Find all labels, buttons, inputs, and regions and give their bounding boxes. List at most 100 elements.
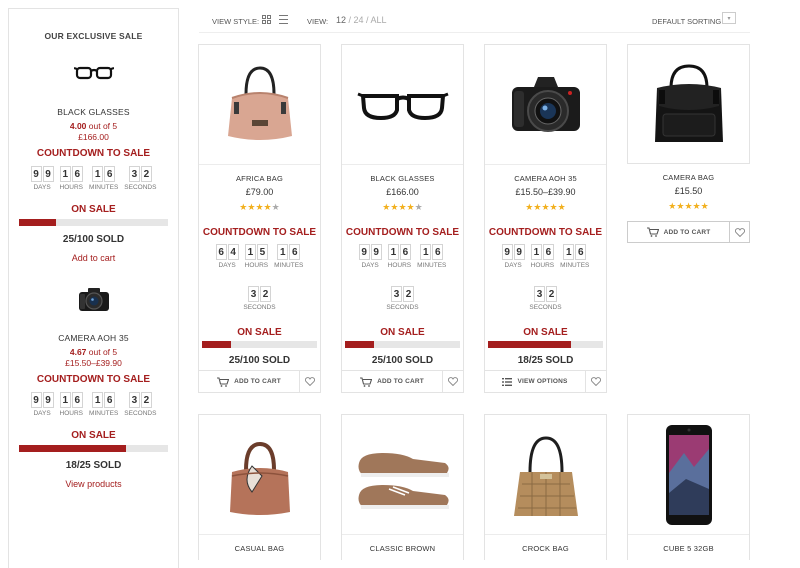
add-to-cart-button[interactable]: ADD TO CART [627, 221, 730, 243]
heart-icon [734, 227, 745, 237]
sold-count: 25/100 SOLD [371, 355, 434, 366]
countdown-title: COUNTDOWN TO SALE [36, 148, 151, 159]
product-price: £15.50–£39.90 [515, 187, 576, 197]
on-sale-label: ON SALE [71, 204, 116, 215]
sidebar-product-rating: 4.67 out of 5 [69, 347, 118, 357]
view-options-label: VIEW OPTIONS [517, 378, 568, 385]
product-name[interactable]: CLASSIC BROWN [342, 544, 463, 553]
heart-icon [591, 377, 601, 386]
on-sale-label: ON SALE [380, 327, 425, 338]
star-rating: ★★★★★ [199, 203, 320, 212]
sold-progress-bar [345, 341, 460, 348]
star-icon: ★ [255, 202, 264, 212]
star-icon: ★ [557, 202, 566, 212]
add-to-cart-button[interactable]: ADD TO CART [342, 371, 443, 392]
card-actions: ADD TO CART [342, 370, 463, 392]
countdown-timer: 9 9 DAYS 1 6 HOURS 1 6 MINUTES 3 2 SECONDS [9, 166, 178, 191]
countdown-title: COUNTDOWN TO SALE [488, 227, 603, 238]
star-icon: ★ [549, 202, 558, 212]
product-name[interactable]: CASUAL BAG [199, 544, 320, 553]
heart-icon [448, 377, 458, 386]
star-rating: ★★★★★ [342, 203, 463, 212]
grid-view-icon[interactable] [262, 15, 271, 24]
star-icon: ★ [700, 201, 709, 211]
countdown-timer-seconds: 3 2 SECONDS [199, 286, 320, 311]
product-image-handbag-pink[interactable] [199, 45, 320, 165]
star-icon: ★ [406, 202, 415, 212]
countdown-title: COUNTDOWN TO SALE [36, 374, 151, 385]
wishlist-button[interactable] [586, 371, 606, 392]
heart-icon [305, 377, 315, 386]
product-image-handbag-brown[interactable] [199, 415, 320, 535]
star-icon: ★ [541, 202, 550, 212]
cart-icon [360, 376, 373, 387]
product-card: CROCK BAG [484, 414, 607, 560]
sold-count: 25/100 SOLD [228, 355, 291, 366]
view-products-link[interactable]: View products [9, 479, 178, 489]
list-view-icon[interactable] [279, 15, 288, 24]
countdown-timer: 9 9 DAYS 1 6 HOURS 1 6 MINUTES 3 2 SECONDS [9, 392, 178, 417]
star-icon: ★ [692, 201, 701, 211]
sold-progress-fill [19, 219, 57, 226]
product-image-camera[interactable] [485, 45, 606, 165]
product-image-shoes[interactable] [342, 415, 463, 535]
star-icon: ★ [414, 202, 423, 212]
sold-progress-bar [202, 341, 317, 348]
wishlist-button[interactable] [300, 371, 320, 392]
product-name[interactable]: CROCK BAG [485, 544, 606, 553]
product-name[interactable]: CAMERA BAG [627, 173, 750, 182]
star-icon: ★ [684, 201, 693, 211]
sort-dropdown-icon[interactable]: ▾ [722, 12, 736, 24]
product-image-glasses[interactable] [9, 51, 178, 95]
cart-icon [217, 376, 230, 387]
star-icon: ★ [271, 202, 280, 212]
product-image-camera-bag[interactable] [627, 44, 750, 164]
countdown-timer-seconds: 3 2 SECONDS [485, 286, 606, 311]
star-rating: ★★★★★ [627, 202, 750, 211]
product-name[interactable]: AFRICA BAG [199, 174, 320, 183]
view-count-options[interactable]: / 24 / ALL [349, 15, 387, 25]
product-name[interactable]: CAMERA AOH 35 [485, 174, 606, 183]
product-card: BLACK GLASSES £166.00 ★★★★★ COUNTDOWN TO… [341, 44, 464, 393]
sidebar-product: BLACK GLASSES 4.00 out of 5 £166.00 COUN… [9, 51, 178, 263]
sold-count: 25/100 SOLD [62, 234, 125, 245]
sold-count: 18/25 SOLD [65, 460, 122, 471]
sidebar-product-name[interactable]: CAMERA AOH 35 [9, 333, 178, 343]
add-to-cart-button[interactable]: ADD TO CART [199, 371, 300, 392]
view-options-button[interactable]: VIEW OPTIONS [485, 371, 586, 392]
cart-icon [646, 227, 659, 237]
view-label: VIEW: [307, 17, 329, 26]
sidebar-title: OUR EXCLUSIVE SALE [44, 31, 143, 41]
card-actions: ADD TO CART [199, 370, 320, 392]
sold-progress-bar [19, 219, 168, 226]
product-image-handbag-croc[interactable] [485, 415, 606, 535]
card-actions: ADD TO CART [627, 221, 750, 243]
add-to-cart-label: ADD TO CART [234, 378, 281, 385]
countdown-timer: 6 4 DAYS 1 5 HOURS 1 6 MINUTES [199, 244, 320, 269]
wishlist-button[interactable] [730, 221, 750, 243]
add-to-cart-label: ADD TO CART [377, 378, 424, 385]
view-count-current[interactable]: 12 [336, 15, 346, 25]
list-icon [502, 377, 513, 386]
wishlist-button[interactable] [443, 371, 463, 392]
sold-progress-bar [488, 341, 603, 348]
sidebar-product-rating: 4.00 out of 5 [69, 121, 118, 131]
product-image-camera[interactable] [9, 277, 178, 321]
on-sale-label: ON SALE [71, 430, 116, 441]
sidebar-product: CAMERA AOH 35 4.67 out of 5 £15.50–£39.9… [9, 277, 178, 489]
sort-label[interactable]: DEFAULT SORTING [652, 17, 721, 26]
product-card: CAMERA AOH 35 £15.50–£39.90 ★★★★★ COUNTD… [484, 44, 607, 393]
sidebar-product-name[interactable]: BLACK GLASSES [9, 107, 178, 117]
add-to-cart-link[interactable]: Add to cart [9, 253, 178, 263]
product-image-phone[interactable] [628, 415, 749, 535]
product-name[interactable]: BLACK GLASSES [342, 174, 463, 183]
view-count-selector[interactable]: 12 / 24 / ALL [336, 15, 387, 25]
product-image-glasses[interactable] [342, 45, 463, 165]
sidebar-product-price: £15.50–£39.90 [65, 358, 122, 368]
on-sale-label: ON SALE [523, 327, 568, 338]
product-card: CASUAL BAG [198, 414, 321, 560]
sold-progress-fill [345, 341, 374, 348]
toolbar: VIEW STYLE: VIEW: 12 / 24 / ALL DEFAULT … [199, 9, 750, 33]
sold-progress-bar [19, 445, 168, 452]
product-name[interactable]: CUBE 5 32GB [628, 544, 749, 553]
